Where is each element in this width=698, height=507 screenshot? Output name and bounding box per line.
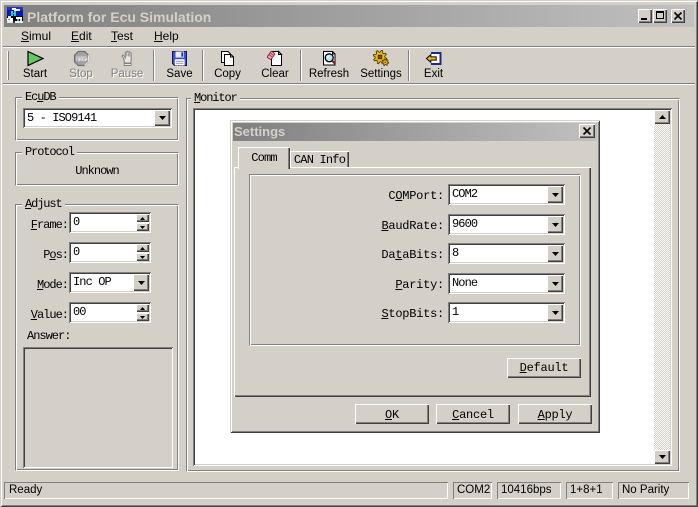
svg-text:STOP: STOP xyxy=(76,57,86,61)
